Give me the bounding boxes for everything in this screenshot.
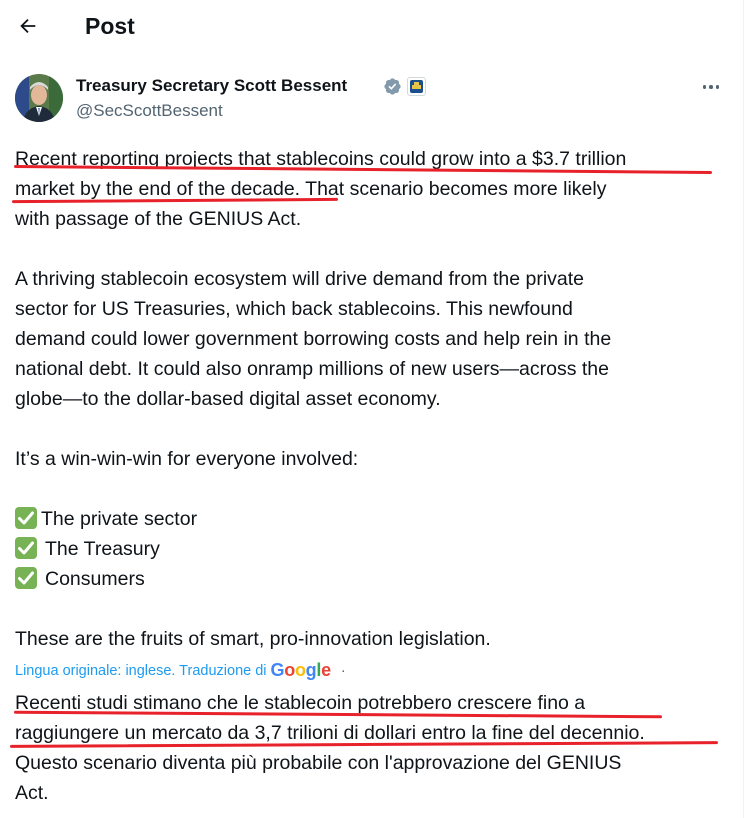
post-line: It’s a win-win-win for everyone involved… — [15, 448, 359, 470]
post-line: with passage of the GENIUS Act. — [15, 208, 302, 230]
translation-line: Questo scenario diventa più probabile co… — [15, 752, 622, 774]
list-item: The Treasury — [15, 534, 160, 564]
column-divider — [743, 0, 744, 818]
post-header: Post — [0, 0, 744, 52]
translation-note[interactable]: Lingua originale: inglese. Traduzione di… — [15, 660, 346, 681]
list-item: The private sector — [15, 504, 197, 534]
list-item-label: Consumers — [45, 568, 145, 590]
translation-separator: · — [340, 663, 346, 679]
affiliation-badge-icon[interactable] — [407, 77, 426, 96]
google-logo: Google — [270, 660, 332, 680]
post-line: A thriving stablecoin ecosystem will dri… — [15, 268, 585, 290]
check-mark-icon — [15, 507, 37, 529]
post-line: national debt. It could also onramp mill… — [15, 358, 609, 380]
check-mark-icon — [15, 537, 37, 559]
translation-line: Act. — [15, 782, 49, 804]
back-button[interactable] — [14, 12, 42, 40]
post-line: sector for US Treasuries, which back sta… — [15, 298, 573, 320]
author-handle[interactable]: @SecScottBessent — [76, 100, 223, 122]
avatar[interactable] — [15, 74, 63, 122]
list-item-label: The Treasury — [45, 538, 160, 560]
verified-badge-icon — [384, 78, 401, 95]
check-mark-icon — [15, 567, 37, 589]
post-line: demand could lower government borrowing … — [15, 328, 612, 350]
list-item-label: The private sector — [41, 508, 198, 530]
page-title: Post — [85, 13, 135, 39]
translation-note-text: Lingua originale: inglese. Traduzione di — [15, 663, 267, 679]
post-line: These are the fruits of smart, pro-innov… — [15, 628, 491, 650]
more-options-button[interactable] — [698, 74, 724, 100]
arrow-left-icon — [20, 18, 36, 34]
list-item: Consumers — [15, 564, 145, 594]
post-line: globe—to the dollar-based digital asset … — [15, 388, 441, 410]
more-dots-icon — [702, 85, 707, 89]
author-name[interactable]: Treasury Secretary Scott Bessent — [76, 75, 347, 97]
